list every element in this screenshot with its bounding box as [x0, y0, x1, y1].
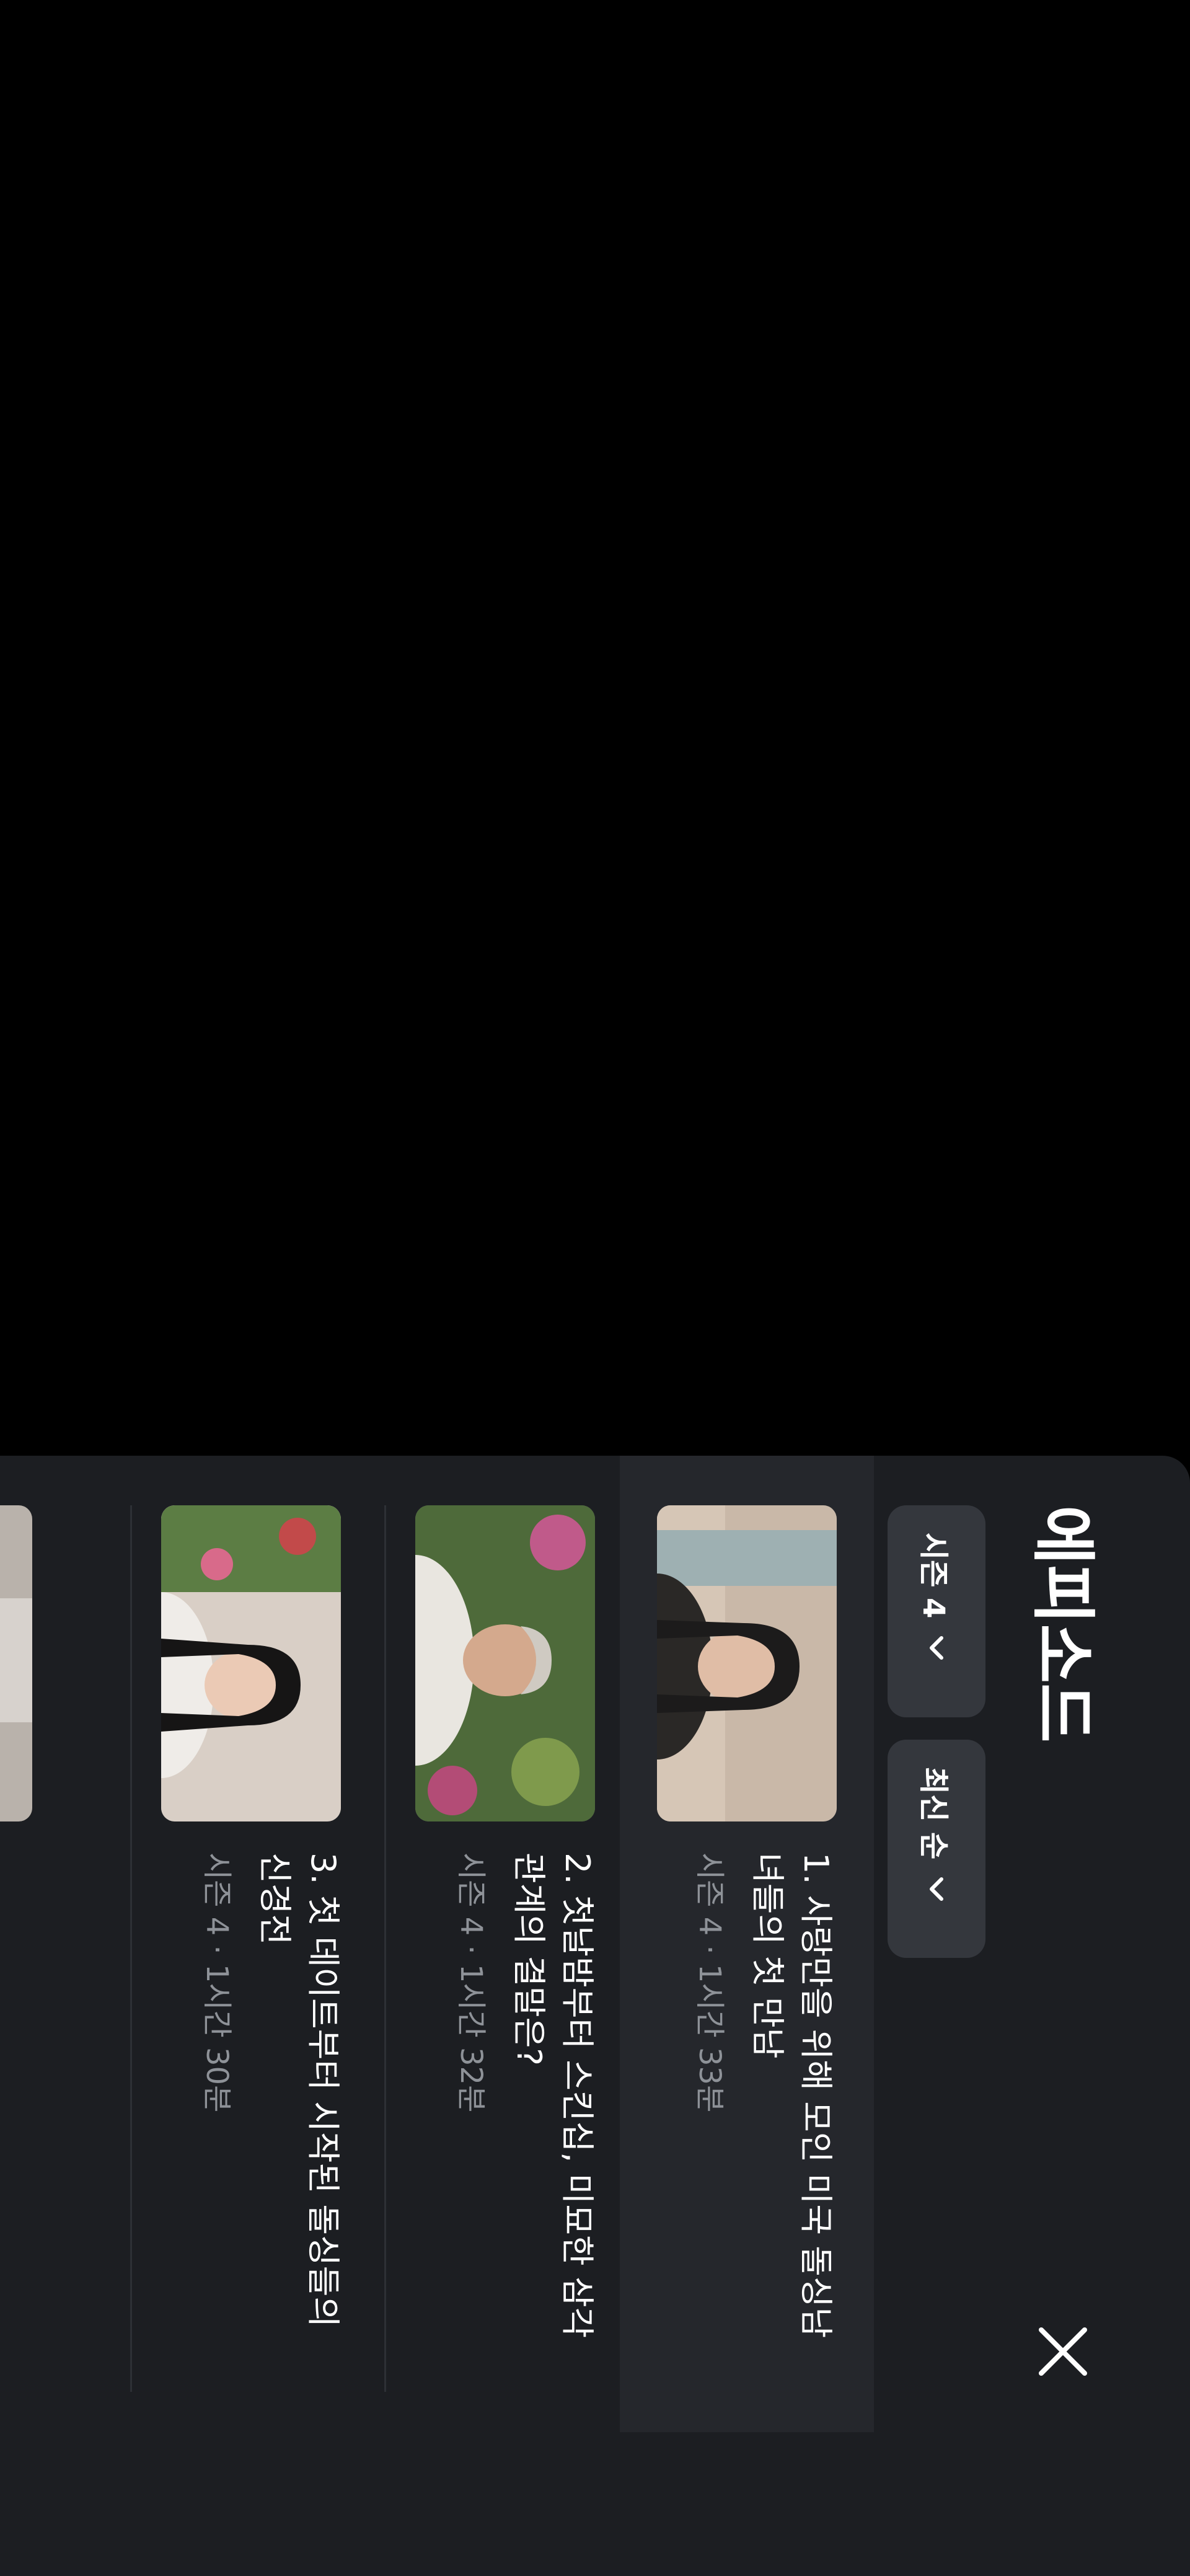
sheet-content: 에피소드 시즌 4 최신 순 1. 사랑만을 위해 모인 미국 돌싱남녀들의 첫… — [0, 1456, 1190, 2576]
episode-title: 3. 첫 데이트부터 시작된 돌싱들의 신경전 — [255, 1852, 343, 2328]
close-icon — [1039, 2327, 1087, 2376]
episode-title: 2. 첫날밤부터 스킨십, 미묘한 삼각관계의 결말은? — [509, 1852, 597, 2339]
episode-row[interactable]: 1. 사랑만을 위해 모인 미국 돌싱남녀들의 첫 만남 시즌 4 · 1시간 … — [620, 1456, 874, 2432]
close-button[interactable] — [1029, 2317, 1097, 2386]
chevron-down-icon — [920, 1632, 953, 1664]
episode-thumbnail[interactable] — [415, 1505, 595, 1821]
next-episode-thumbnail[interactable] — [0, 1505, 32, 1821]
episode-divider — [384, 1505, 386, 2392]
episode-list: 1. 사랑만을 위해 모인 미국 돌싱남녀들의 첫 만남 시즌 4 · 1시간 … — [0, 1456, 886, 2576]
season-dropdown[interactable]: 시즌 4 — [888, 1505, 985, 1717]
episode-thumbnail[interactable] — [657, 1505, 837, 1821]
episode-sheet: 에피소드 시즌 4 최신 순 1. 사랑만을 위해 모인 미국 돌싱남녀들의 첫… — [0, 1456, 1190, 2576]
sort-dropdown[interactable]: 최신 순 — [888, 1740, 985, 1958]
episode-divider — [130, 1505, 132, 2392]
chevron-down-icon — [920, 1873, 953, 1905]
season-label: 시즌 4 — [916, 1533, 951, 1619]
episode-title: 1. 사랑만을 위해 모인 미국 돌싱남녀들의 첫 만남 — [748, 1852, 835, 2339]
sheet-title: 에피소드 — [1025, 1505, 1101, 1743]
episode-meta: 시즌 4 · 1시간 32분 — [454, 1852, 488, 2113]
episode-thumbnail[interactable] — [161, 1505, 341, 1821]
episode-row[interactable]: 2. 첫날밤부터 스킨십, 미묘한 삼각관계의 결말은? 시즌 4 · 1시간 … — [398, 1505, 620, 2392]
episode-meta: 시즌 4 · 1시간 30분 — [200, 1852, 234, 2113]
episode-meta: 시즌 4 · 1시간 33분 — [692, 1852, 727, 2113]
sort-label: 최신 순 — [916, 1767, 951, 1860]
episode-row[interactable]: 3. 첫 데이트부터 시작된 돌싱들의 신경전 시즌 4 · 1시간 30분 — [144, 1505, 366, 2392]
